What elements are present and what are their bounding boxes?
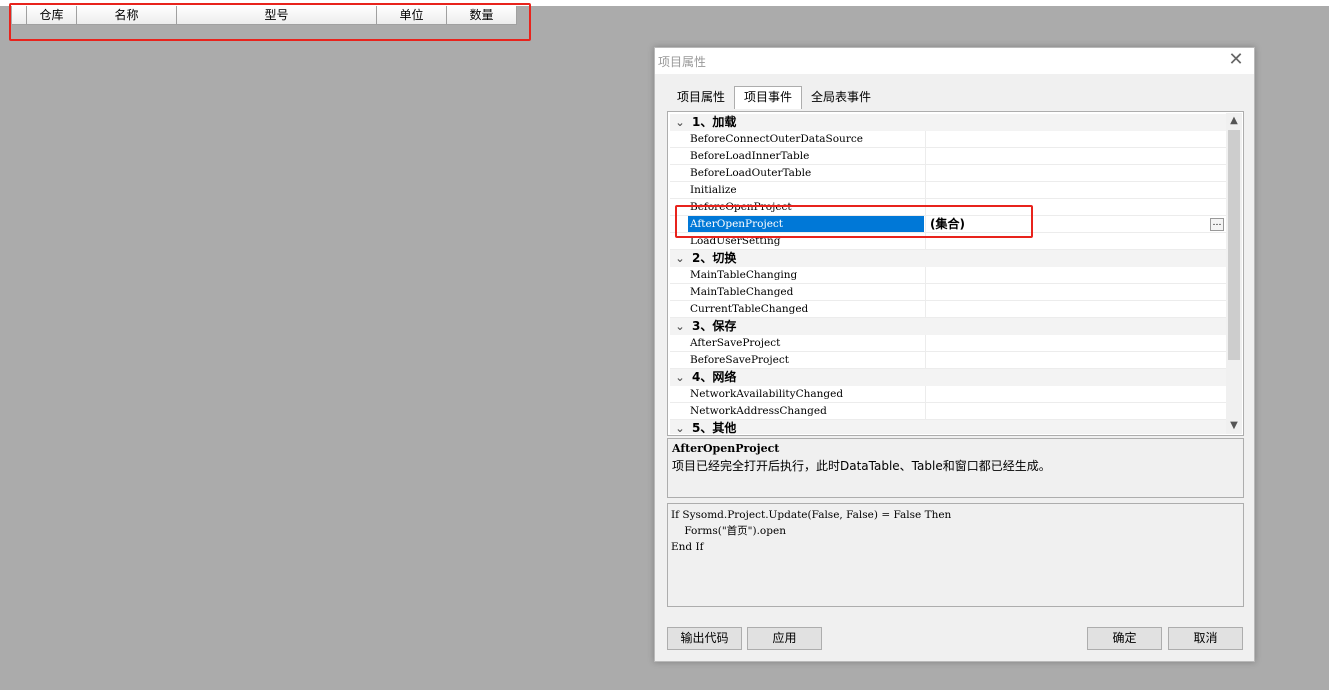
property-row[interactable]: LoadUserSetting	[670, 233, 1226, 250]
tab-project-properties[interactable]: 项目属性	[668, 87, 734, 108]
category-save[interactable]: ⌄ 3、保存	[670, 318, 1226, 335]
property-row[interactable]: BeforeLoadInnerTable	[670, 148, 1226, 165]
category-label: 4、网络	[692, 370, 737, 384]
property-row[interactable]: MainTableChanged	[670, 284, 1226, 301]
code-line: Forms("首页").open	[671, 525, 786, 537]
property-name: AfterOpenProject	[670, 216, 926, 232]
column-header-name[interactable]: 名称	[77, 6, 177, 24]
description-text: 项目已经完全打开后执行，此时DataTable、Table和窗口都已经生成。	[672, 459, 1051, 473]
property-row[interactable]: NetworkAddressChanged	[670, 403, 1226, 420]
dialog-title: 项目属性	[658, 55, 707, 69]
category-other[interactable]: ⌄ 5、其他	[670, 420, 1226, 434]
scroll-down-icon[interactable]: ▼	[1226, 418, 1242, 434]
property-name: NetworkAddressChanged	[670, 403, 926, 419]
property-name: MainTableChanged	[670, 284, 926, 300]
property-row[interactable]: BeforeOpenProject	[670, 199, 1226, 216]
column-header-model[interactable]: 型号	[177, 6, 377, 24]
property-row[interactable]: BeforeLoadOuterTable	[670, 165, 1226, 182]
category-switch[interactable]: ⌄ 2、切换	[670, 250, 1226, 267]
cancel-button[interactable]: 取消	[1168, 627, 1243, 650]
category-label: 2、切换	[692, 251, 737, 265]
export-code-button[interactable]: 输出代码	[667, 627, 742, 650]
property-name: NetworkAvailabilityChanged	[670, 386, 926, 402]
code-line: End If	[671, 541, 704, 553]
chevron-down-icon[interactable]: ⌄	[670, 369, 690, 385]
tab-strip: 项目属性 项目事件 全局表事件	[668, 86, 880, 109]
tab-project-events[interactable]: 项目事件	[734, 86, 803, 109]
apply-button[interactable]: 应用	[747, 627, 822, 650]
property-grid: ⌄ 1、加载 BeforeConnectOuterDataSource Befo…	[670, 114, 1226, 434]
ok-button[interactable]: 确定	[1087, 627, 1162, 650]
column-header-quantity[interactable]: 数量	[447, 6, 517, 24]
tab-global-table-events[interactable]: 全局表事件	[802, 87, 880, 108]
chevron-down-icon[interactable]: ⌄	[670, 250, 690, 266]
chevron-down-icon[interactable]: ⌄	[670, 114, 690, 130]
property-name: AfterSaveProject	[670, 335, 926, 351]
property-name: BeforeLoadOuterTable	[670, 165, 926, 181]
property-row[interactable]: BeforeSaveProject	[670, 352, 1226, 369]
column-header-unit[interactable]: 单位	[377, 6, 447, 24]
code-line: If Sysomd.Project.Update(False, False) =…	[671, 509, 952, 521]
chevron-down-icon[interactable]: ⌄	[670, 420, 690, 434]
property-name: BeforeLoadInnerTable	[670, 148, 926, 164]
category-network[interactable]: ⌄ 4、网络	[670, 369, 1226, 386]
property-name: Initialize	[670, 182, 926, 198]
dialog-titlebar: 项目属性 ✕	[655, 48, 1254, 74]
property-name: CurrentTableChanged	[670, 301, 926, 317]
close-icon[interactable]: ✕	[1226, 50, 1246, 70]
scrollbar-thumb[interactable]	[1228, 130, 1240, 360]
grid-header: 仓库 名称 型号 单位 数量	[12, 6, 517, 25]
property-name: BeforeSaveProject	[670, 352, 926, 368]
property-name: LoadUserSetting	[670, 233, 926, 249]
category-load[interactable]: ⌄ 1、加载	[670, 114, 1226, 131]
project-properties-dialog: 项目属性 ✕ 项目属性 项目事件 全局表事件 ⌄ 1、加载 BeforeConn…	[654, 47, 1255, 662]
property-row[interactable]: BeforeConnectOuterDataSource	[670, 131, 1226, 148]
property-row-selected[interactable]: AfterOpenProject (集合) …	[670, 216, 1226, 233]
event-panel: ⌄ 1、加载 BeforeConnectOuterDataSource Befo…	[667, 111, 1244, 436]
description-title: AfterOpenProject	[672, 442, 780, 455]
property-row[interactable]: AfterSaveProject	[670, 335, 1226, 352]
vertical-scrollbar[interactable]: ▲ ▼	[1226, 113, 1242, 434]
chevron-down-icon[interactable]: ⌄	[670, 318, 690, 334]
grid-row-selector-header[interactable]	[12, 6, 27, 24]
property-row[interactable]: MainTableChanging	[670, 267, 1226, 284]
selected-property-name: AfterOpenProject	[688, 216, 924, 232]
property-name: BeforeOpenProject	[670, 199, 926, 215]
category-label: 3、保存	[692, 319, 737, 333]
property-row[interactable]: Initialize	[670, 182, 1226, 199]
property-value[interactable]: (集合)	[926, 216, 1226, 232]
property-name: MainTableChanging	[670, 267, 926, 283]
category-label: 1、加载	[692, 115, 737, 129]
ellipsis-button[interactable]: …	[1210, 218, 1224, 231]
description-panel: AfterOpenProject 项目已经完全打开后执行，此时DataTable…	[667, 438, 1244, 498]
property-row[interactable]: CurrentTableChanged	[670, 301, 1226, 318]
code-editor[interactable]: If Sysomd.Project.Update(False, False) =…	[667, 503, 1244, 607]
property-row[interactable]: NetworkAvailabilityChanged	[670, 386, 1226, 403]
property-name: BeforeConnectOuterDataSource	[670, 131, 926, 147]
category-label: 5、其他	[692, 421, 737, 434]
column-header-warehouse[interactable]: 仓库	[27, 6, 77, 24]
scroll-up-icon[interactable]: ▲	[1226, 113, 1242, 129]
